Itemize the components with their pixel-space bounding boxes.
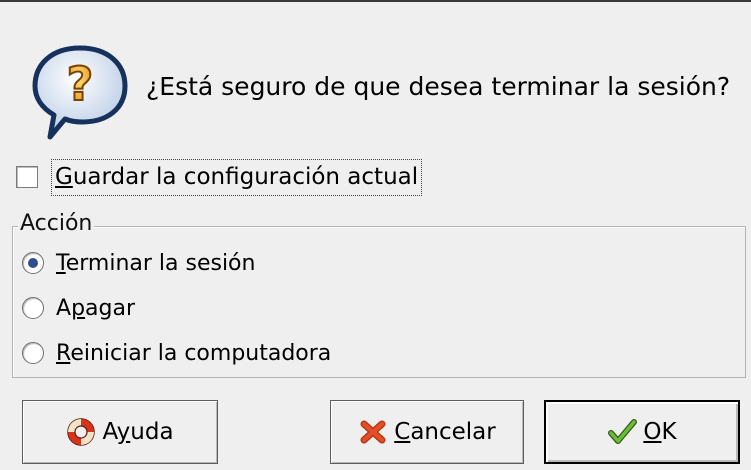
- cancel-button-label: Cancelar: [394, 419, 495, 445]
- radio-option-restart[interactable]: Reiniciar la computadora: [22, 338, 331, 368]
- logout-radio-label[interactable]: Terminar la sesión: [56, 251, 255, 276]
- help-button[interactable]: Ayuda: [22, 400, 218, 464]
- help-button-label: Ayuda: [102, 419, 173, 445]
- logout-dialog: ? ¿Está seguro de que desea terminar la …: [0, 0, 751, 470]
- ok-text: K: [661, 419, 677, 445]
- confirm-question: ¿Está seguro de que desea terminar la se…: [146, 72, 731, 101]
- lifebuoy-icon: [67, 418, 96, 446]
- shutdown-radio-label[interactable]: Apagar: [56, 296, 135, 321]
- restart-radio-label[interactable]: Reiniciar la computadora: [56, 341, 331, 366]
- help-mnemonic: y: [116, 419, 131, 445]
- save-setup-text: uardar la configuración actual: [72, 163, 419, 190]
- restart-mnemonic: R: [56, 340, 71, 366]
- cancel-mnemonic: C: [394, 419, 411, 445]
- save-setup-label[interactable]: Guardar la configuración actual: [51, 158, 423, 196]
- restart-radio[interactable]: [22, 342, 44, 364]
- logout-mnemonic: T: [56, 250, 66, 276]
- close-x-icon: [360, 420, 386, 444]
- radio-option-shutdown[interactable]: Apagar: [22, 293, 135, 323]
- radio-option-logout[interactable]: Terminar la sesión: [22, 248, 255, 278]
- help-prefix: A: [102, 419, 117, 445]
- logout-text: erminar la sesión: [65, 250, 256, 276]
- shutdown-mnemonic: p: [71, 295, 86, 321]
- save-setup-mnemonic: G: [55, 163, 73, 190]
- dialog-header: ?: [30, 42, 130, 142]
- cancel-button[interactable]: Cancelar: [330, 400, 524, 464]
- svg-text:?: ?: [67, 57, 94, 111]
- save-setup-checkbox[interactable]: [16, 166, 38, 188]
- save-setup-row[interactable]: Guardar la configuración actual: [16, 157, 423, 197]
- shutdown-prefix: A: [56, 295, 72, 321]
- restart-text: einiciar la computadora: [70, 340, 332, 366]
- checkmark-icon: [608, 419, 638, 444]
- logout-radio[interactable]: [22, 252, 44, 274]
- ok-mnemonic: O: [643, 419, 662, 445]
- shutdown-text: agar: [85, 295, 136, 321]
- window-top-border: [0, 0, 751, 2]
- help-text: uda: [130, 419, 174, 445]
- cancel-text: ancelar: [410, 419, 496, 445]
- question-icon: ?: [32, 45, 128, 140]
- ok-button-label: OK: [643, 419, 676, 445]
- action-frame-title: Acción: [18, 210, 95, 238]
- shutdown-radio[interactable]: [22, 297, 44, 319]
- ok-button[interactable]: OK: [544, 400, 740, 464]
